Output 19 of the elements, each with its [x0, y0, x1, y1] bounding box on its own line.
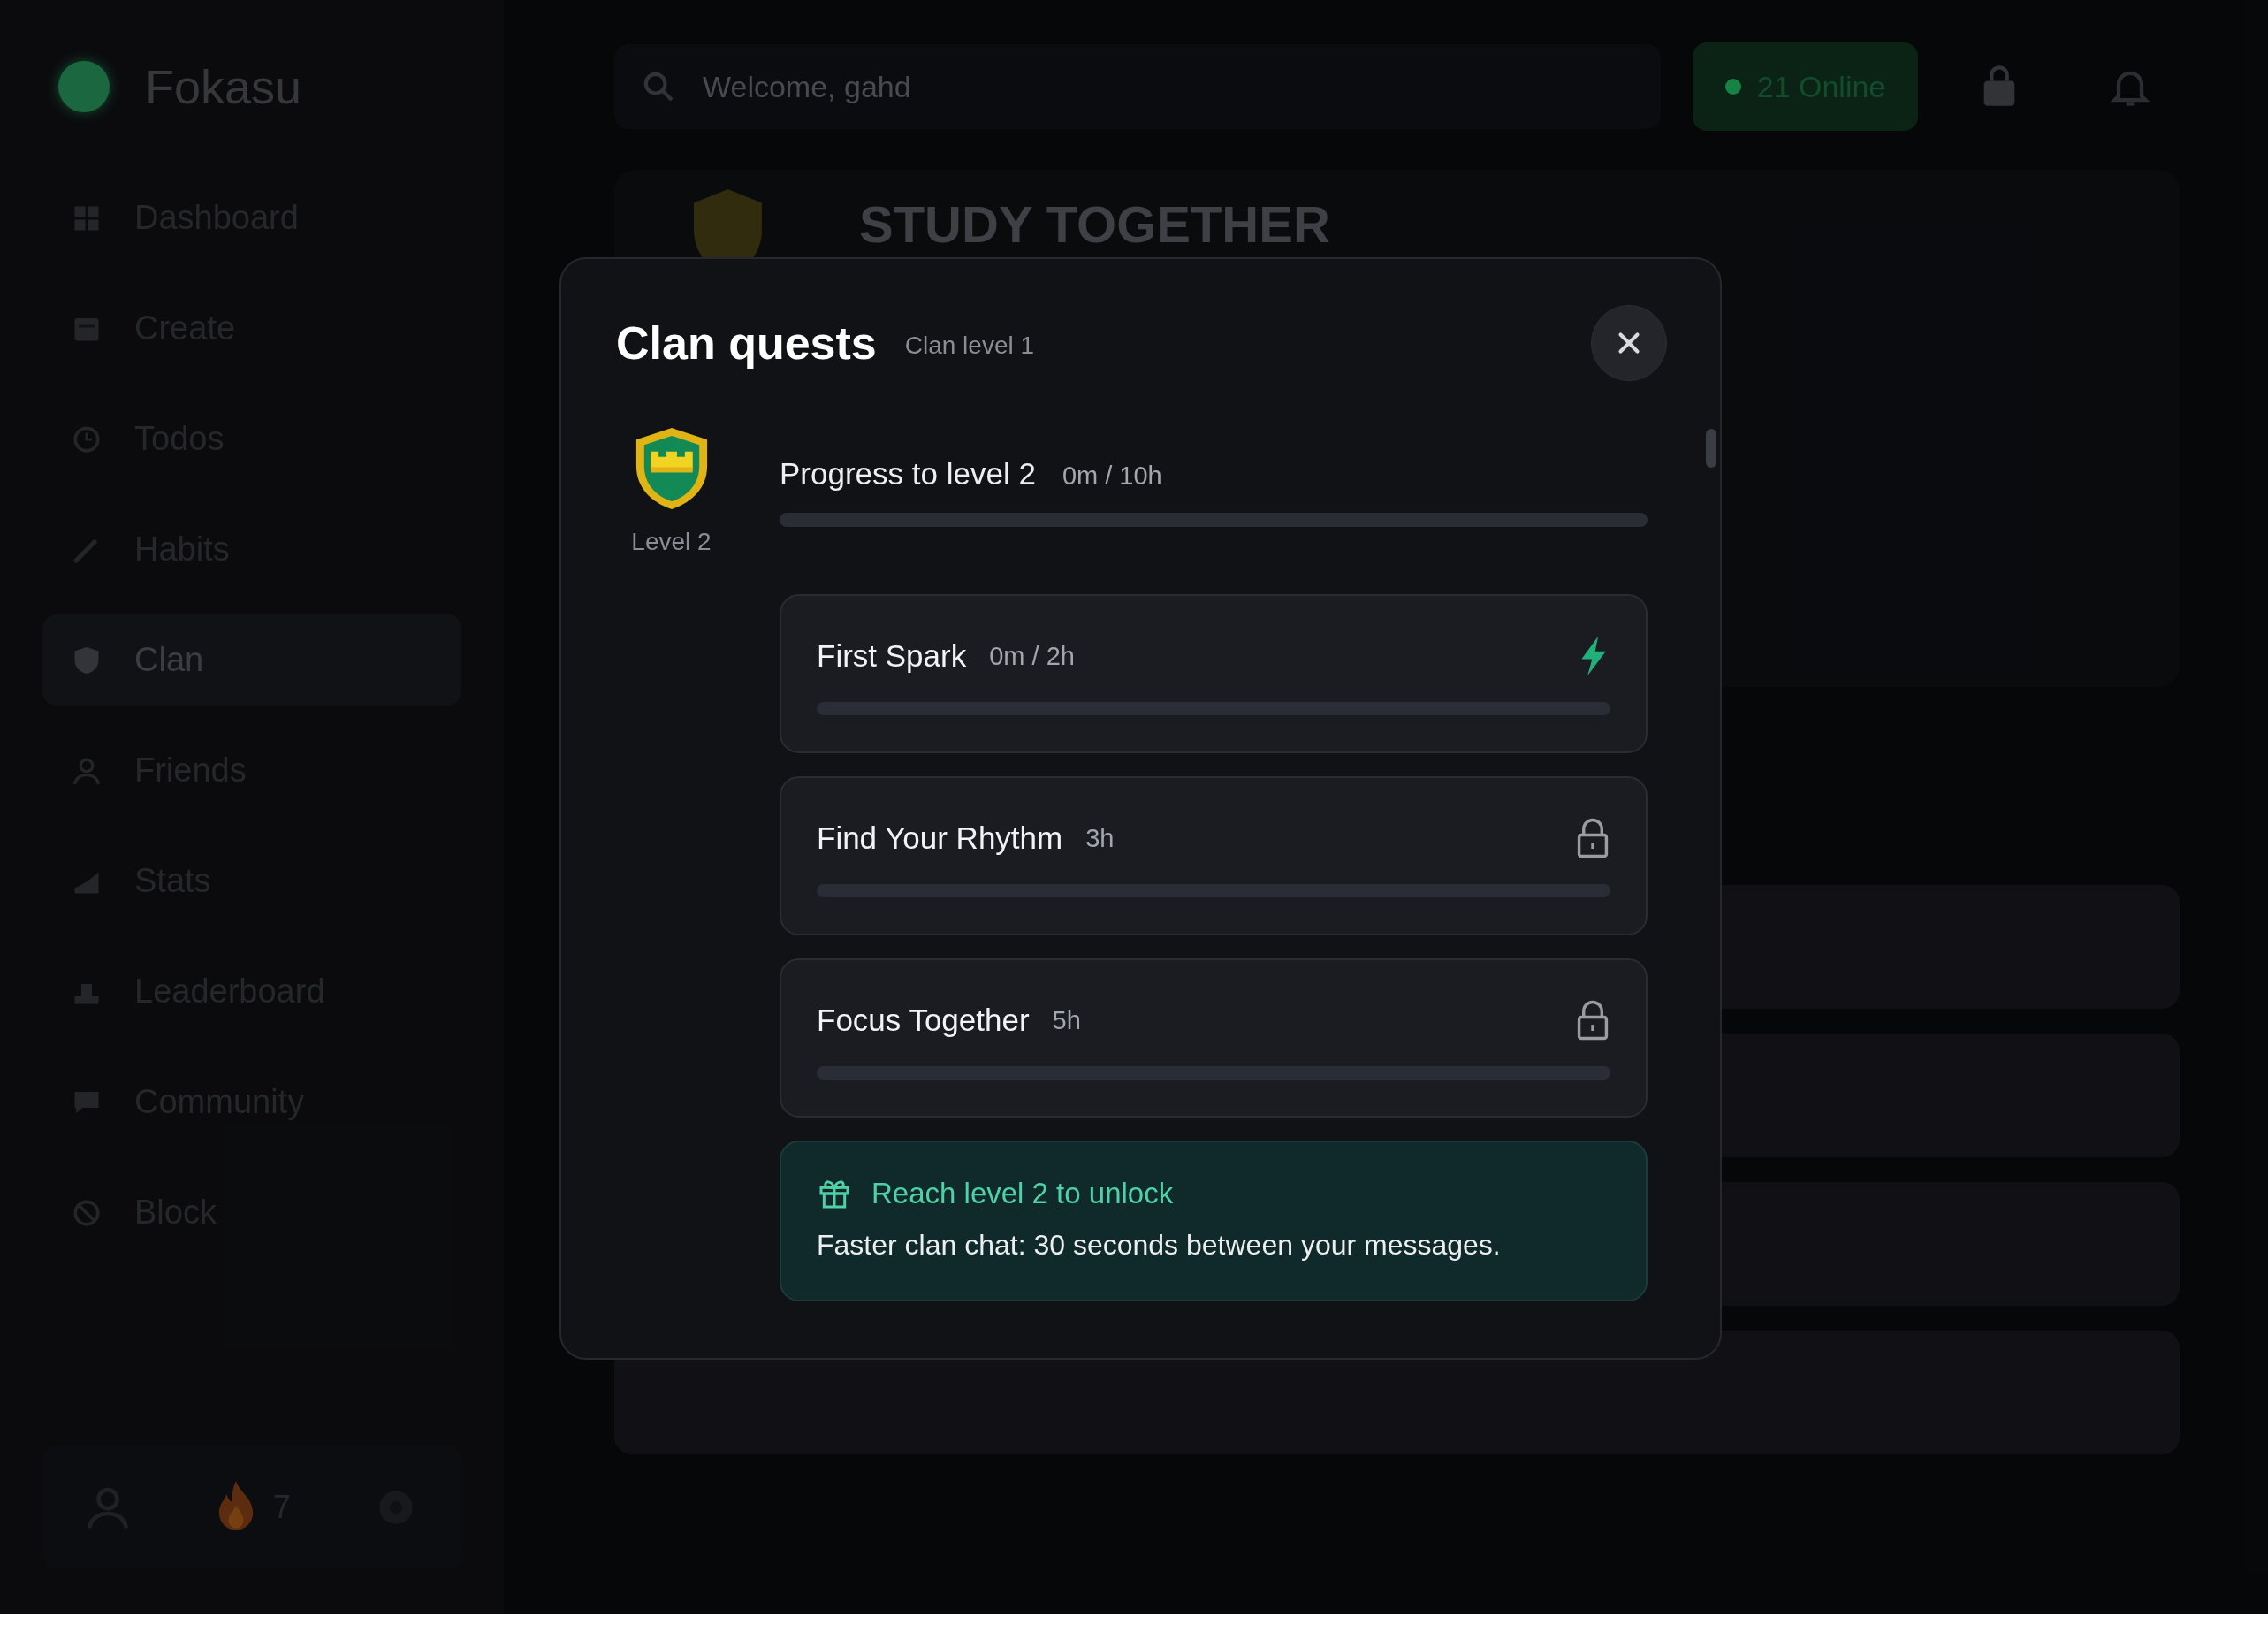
reward-title: Reach level 2 to unlock [871, 1177, 1174, 1210]
progress-reading: 0m / 10h [1062, 462, 1162, 491]
quest-reading: 5h [1052, 1005, 1081, 1035]
progress-label: Progress to level 2 [780, 456, 1036, 492]
clan-level-label: Clan level 1 [904, 332, 1035, 360]
quest-reading: 0m / 2h [989, 641, 1075, 671]
reward-description: Faster clan chat: 30 seconds between your messages. [817, 1229, 1502, 1262]
quest-name: Focus Together [817, 1003, 1030, 1038]
lock-icon [1575, 999, 1610, 1041]
quest-name: First Spark [817, 638, 967, 674]
dialog-title: Clan quests [616, 317, 877, 370]
logo-icon [58, 60, 110, 112]
lock-icon [1575, 817, 1610, 859]
scrollbar[interactable] [1706, 429, 1716, 468]
search-field[interactable]: Welcome, gahd [614, 44, 1661, 129]
quest-name: Find Your Rhythm [817, 820, 1063, 856]
quest-reading: 3h [1085, 823, 1115, 853]
clan-name: STUDY TOGETHER [859, 195, 1330, 254]
level-label: Level 2 [631, 528, 712, 556]
